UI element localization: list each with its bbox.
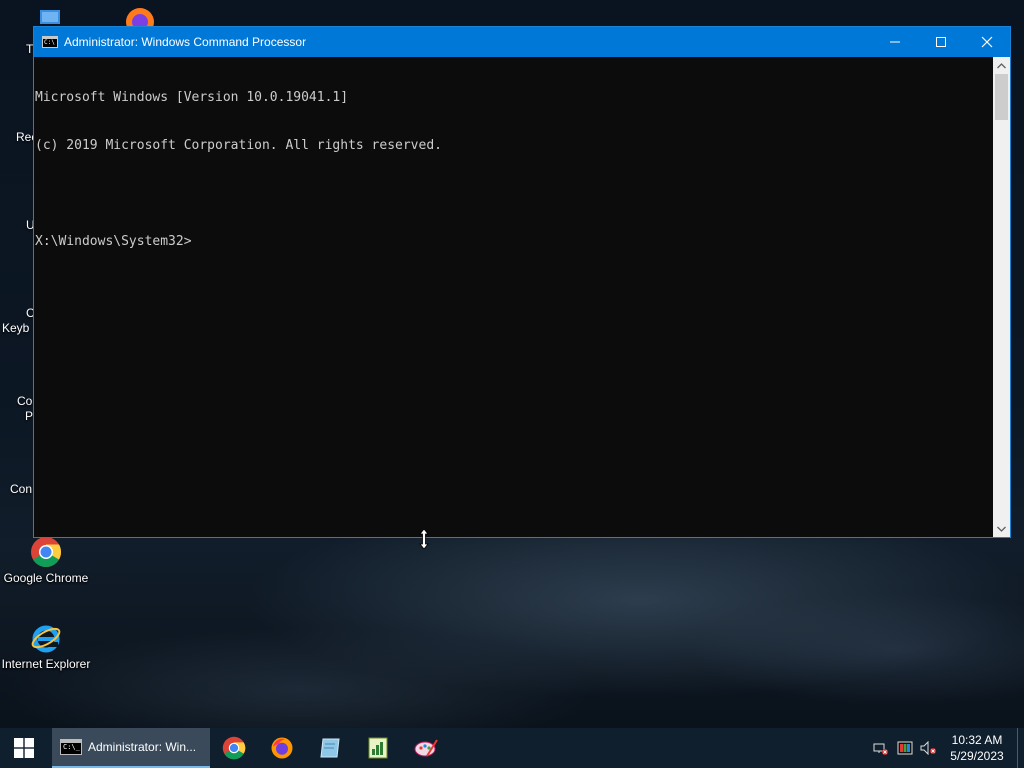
close-icon (981, 36, 993, 48)
clock-time: 10:32 AM (951, 733, 1003, 747)
console-output[interactable]: Microsoft Windows [Version 10.0.19041.1]… (34, 57, 993, 537)
clock-date: 5/29/2023 (950, 749, 1004, 763)
display-color-icon[interactable] (893, 728, 917, 768)
notebook-icon (320, 738, 340, 758)
maximize-icon (936, 37, 946, 47)
paint-icon (414, 739, 438, 757)
window-titlebar[interactable]: Administrator: Windows Command Processor (34, 27, 1010, 57)
show-desktop-button[interactable] (1017, 728, 1024, 768)
windows-logo-icon (14, 738, 34, 758)
taskbar-item-label: Administrator: Win... (88, 740, 197, 754)
taskbar-pin-notebook[interactable] (306, 728, 354, 768)
taskbar-clock[interactable]: 10:32 AM 5/29/2023 (941, 732, 1013, 764)
desktop-shortcut-label: Internet Explorer (1, 657, 91, 671)
chevron-up-icon (997, 62, 1006, 68)
desktop-shortcut-label: Google Chrome (3, 571, 89, 585)
console-line: Microsoft Windows [Version 10.0.19041.1] (35, 90, 349, 105)
cmd-app-icon (60, 739, 82, 755)
chrome-icon (30, 536, 62, 568)
close-button[interactable] (964, 27, 1010, 57)
desktop-icon-label-partial: Keyb (2, 321, 30, 335)
internet-explorer-icon (30, 622, 62, 654)
console-prompt-line[interactable]: X:\Windows\System32> (35, 234, 993, 250)
console-line: (c) 2019 Microsoft Corporation. All righ… (35, 138, 442, 153)
chevron-down-icon (997, 526, 1006, 532)
cmd-app-icon[interactable] (42, 36, 58, 48)
desktop-shortcut-google-chrome[interactable]: Google Chrome (0, 536, 92, 585)
start-button[interactable] (0, 728, 48, 768)
volume-muted-icon[interactable] (917, 728, 941, 768)
system-tray[interactable]: 10:32 AM 5/29/2023 (869, 728, 1024, 768)
minimize-icon (890, 41, 900, 43)
desktop-shortcut-internet-explorer[interactable]: Internet Explorer (0, 622, 92, 671)
taskbar-pin-chrome[interactable] (210, 728, 258, 768)
scrollbar-thumb[interactable] (995, 74, 1008, 120)
vertical-scrollbar[interactable] (993, 57, 1010, 537)
taskbar[interactable]: Administrator: Win... (0, 728, 1024, 768)
network-disconnected-icon[interactable] (869, 728, 893, 768)
notepad-chart-icon (368, 737, 388, 759)
taskbar-pin-paint[interactable] (402, 728, 450, 768)
minimize-button[interactable] (872, 27, 918, 57)
window-title: Administrator: Windows Command Processor (64, 35, 307, 49)
taskbar-pin-firefox[interactable] (258, 728, 306, 768)
desktop-icon-label-partial: Co (17, 394, 33, 408)
chrome-icon (222, 736, 246, 760)
firefox-icon (271, 737, 293, 759)
command-prompt-window[interactable]: Administrator: Windows Command Processor… (33, 26, 1011, 538)
maximize-button[interactable] (918, 27, 964, 57)
taskbar-pin-notepad-chart[interactable] (354, 728, 402, 768)
scroll-up-button[interactable] (993, 57, 1010, 74)
desktop-icon-label-partial: Con (10, 482, 33, 496)
taskbar-item-command-prompt[interactable]: Administrator: Win... (52, 728, 210, 768)
resize-cursor-icon (419, 529, 429, 549)
desktop-icon-label-partial: P (25, 409, 34, 423)
scroll-down-button[interactable] (993, 520, 1010, 537)
